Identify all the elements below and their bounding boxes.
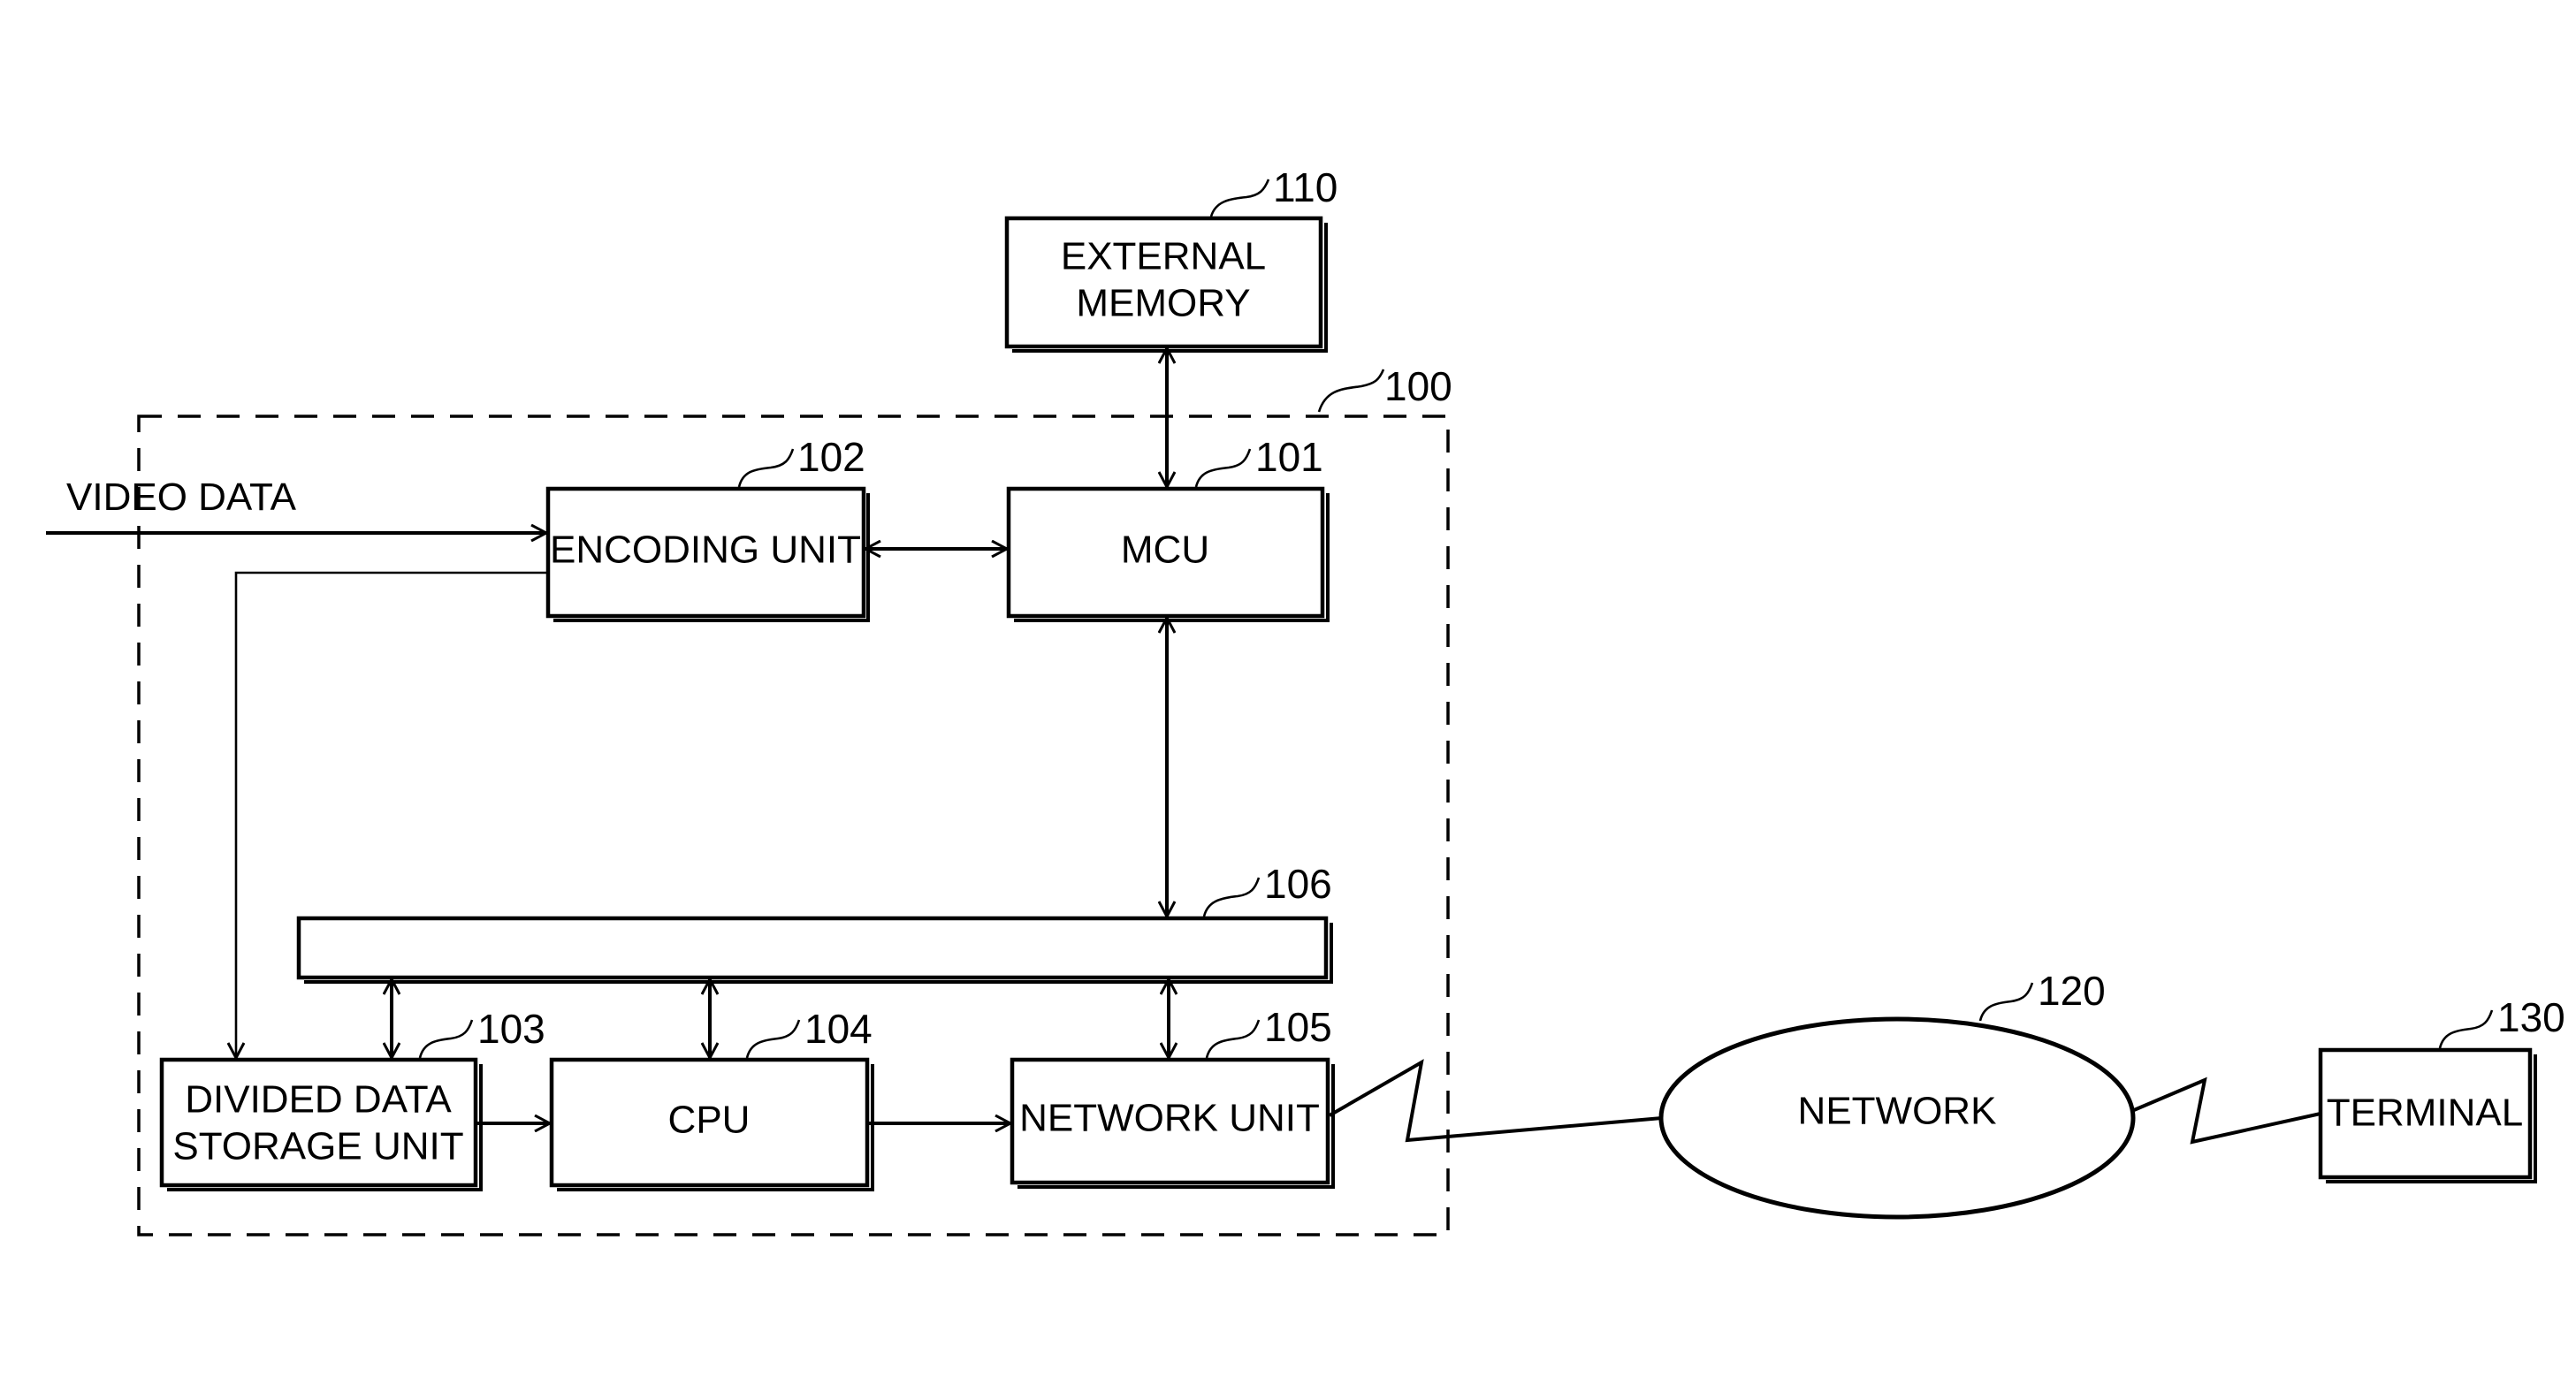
terminal-label: TERMINAL	[2327, 1092, 2523, 1135]
leader-130	[2438, 1009, 2494, 1049]
ref-103: 103	[477, 1006, 545, 1052]
leader-105	[1205, 1019, 1261, 1059]
ref-104: 104	[804, 1006, 873, 1052]
ref-105: 105	[1264, 1004, 1332, 1050]
leader-120	[1978, 982, 2034, 1022]
ref-130: 130	[2497, 994, 2565, 1040]
block-divided-data-storage: DIVIDED DATA STORAGE UNIT 103	[159, 1006, 545, 1191]
external-memory-label-line2: MEMORY	[1076, 282, 1250, 325]
block-cpu: CPU 104	[549, 1006, 874, 1191]
ref-102: 102	[797, 434, 865, 480]
leader-110	[1209, 179, 1270, 217]
leader-100	[1317, 369, 1385, 413]
ref-100: 100	[1384, 363, 1452, 409]
block-network-unit: NETWORK UNIT 105	[1010, 1004, 1335, 1189]
link-network-unit-to-network	[1329, 1059, 1663, 1143]
leader-106	[1202, 877, 1261, 917]
leader-101	[1194, 448, 1252, 488]
block-terminal: TERMINAL 130	[2318, 994, 2565, 1183]
link-network-to-terminal	[2133, 1076, 2321, 1145]
leader-102	[737, 448, 795, 488]
ref-101: 101	[1255, 434, 1323, 480]
video-data-label: VIDEO DATA	[66, 475, 297, 519]
mcu-label: MCU	[1121, 529, 1209, 572]
leader-104	[745, 1019, 801, 1059]
ref-110: 110	[1273, 164, 1338, 210]
encoding-unit-label: ENCODING UNIT	[550, 529, 861, 572]
network-unit-label: NETWORK UNIT	[1019, 1097, 1320, 1140]
block-diagram: 100 EXTERNAL MEMORY 110 MCU 101 ENCODING…	[46, 164, 2565, 1236]
leader-103	[418, 1019, 474, 1059]
block-network-cloud: NETWORK 120	[1658, 968, 2136, 1220]
external-memory-label-line1: EXTERNAL	[1061, 235, 1266, 278]
block-encoding-unit: ENCODING UNIT 102	[545, 434, 870, 622]
network-label: NETWORK	[1798, 1090, 1997, 1133]
block-external-memory: EXTERNAL MEMORY 110	[1004, 164, 1338, 353]
divided-data-label-line1: DIVIDED DATA	[185, 1078, 452, 1122]
ref-106: 106	[1264, 861, 1332, 907]
cpu-label: CPU	[668, 1099, 751, 1142]
block-bus-106: 106	[296, 861, 1333, 984]
divided-data-label-line2: STORAGE UNIT	[172, 1125, 463, 1168]
ref-120: 120	[2038, 968, 2106, 1014]
